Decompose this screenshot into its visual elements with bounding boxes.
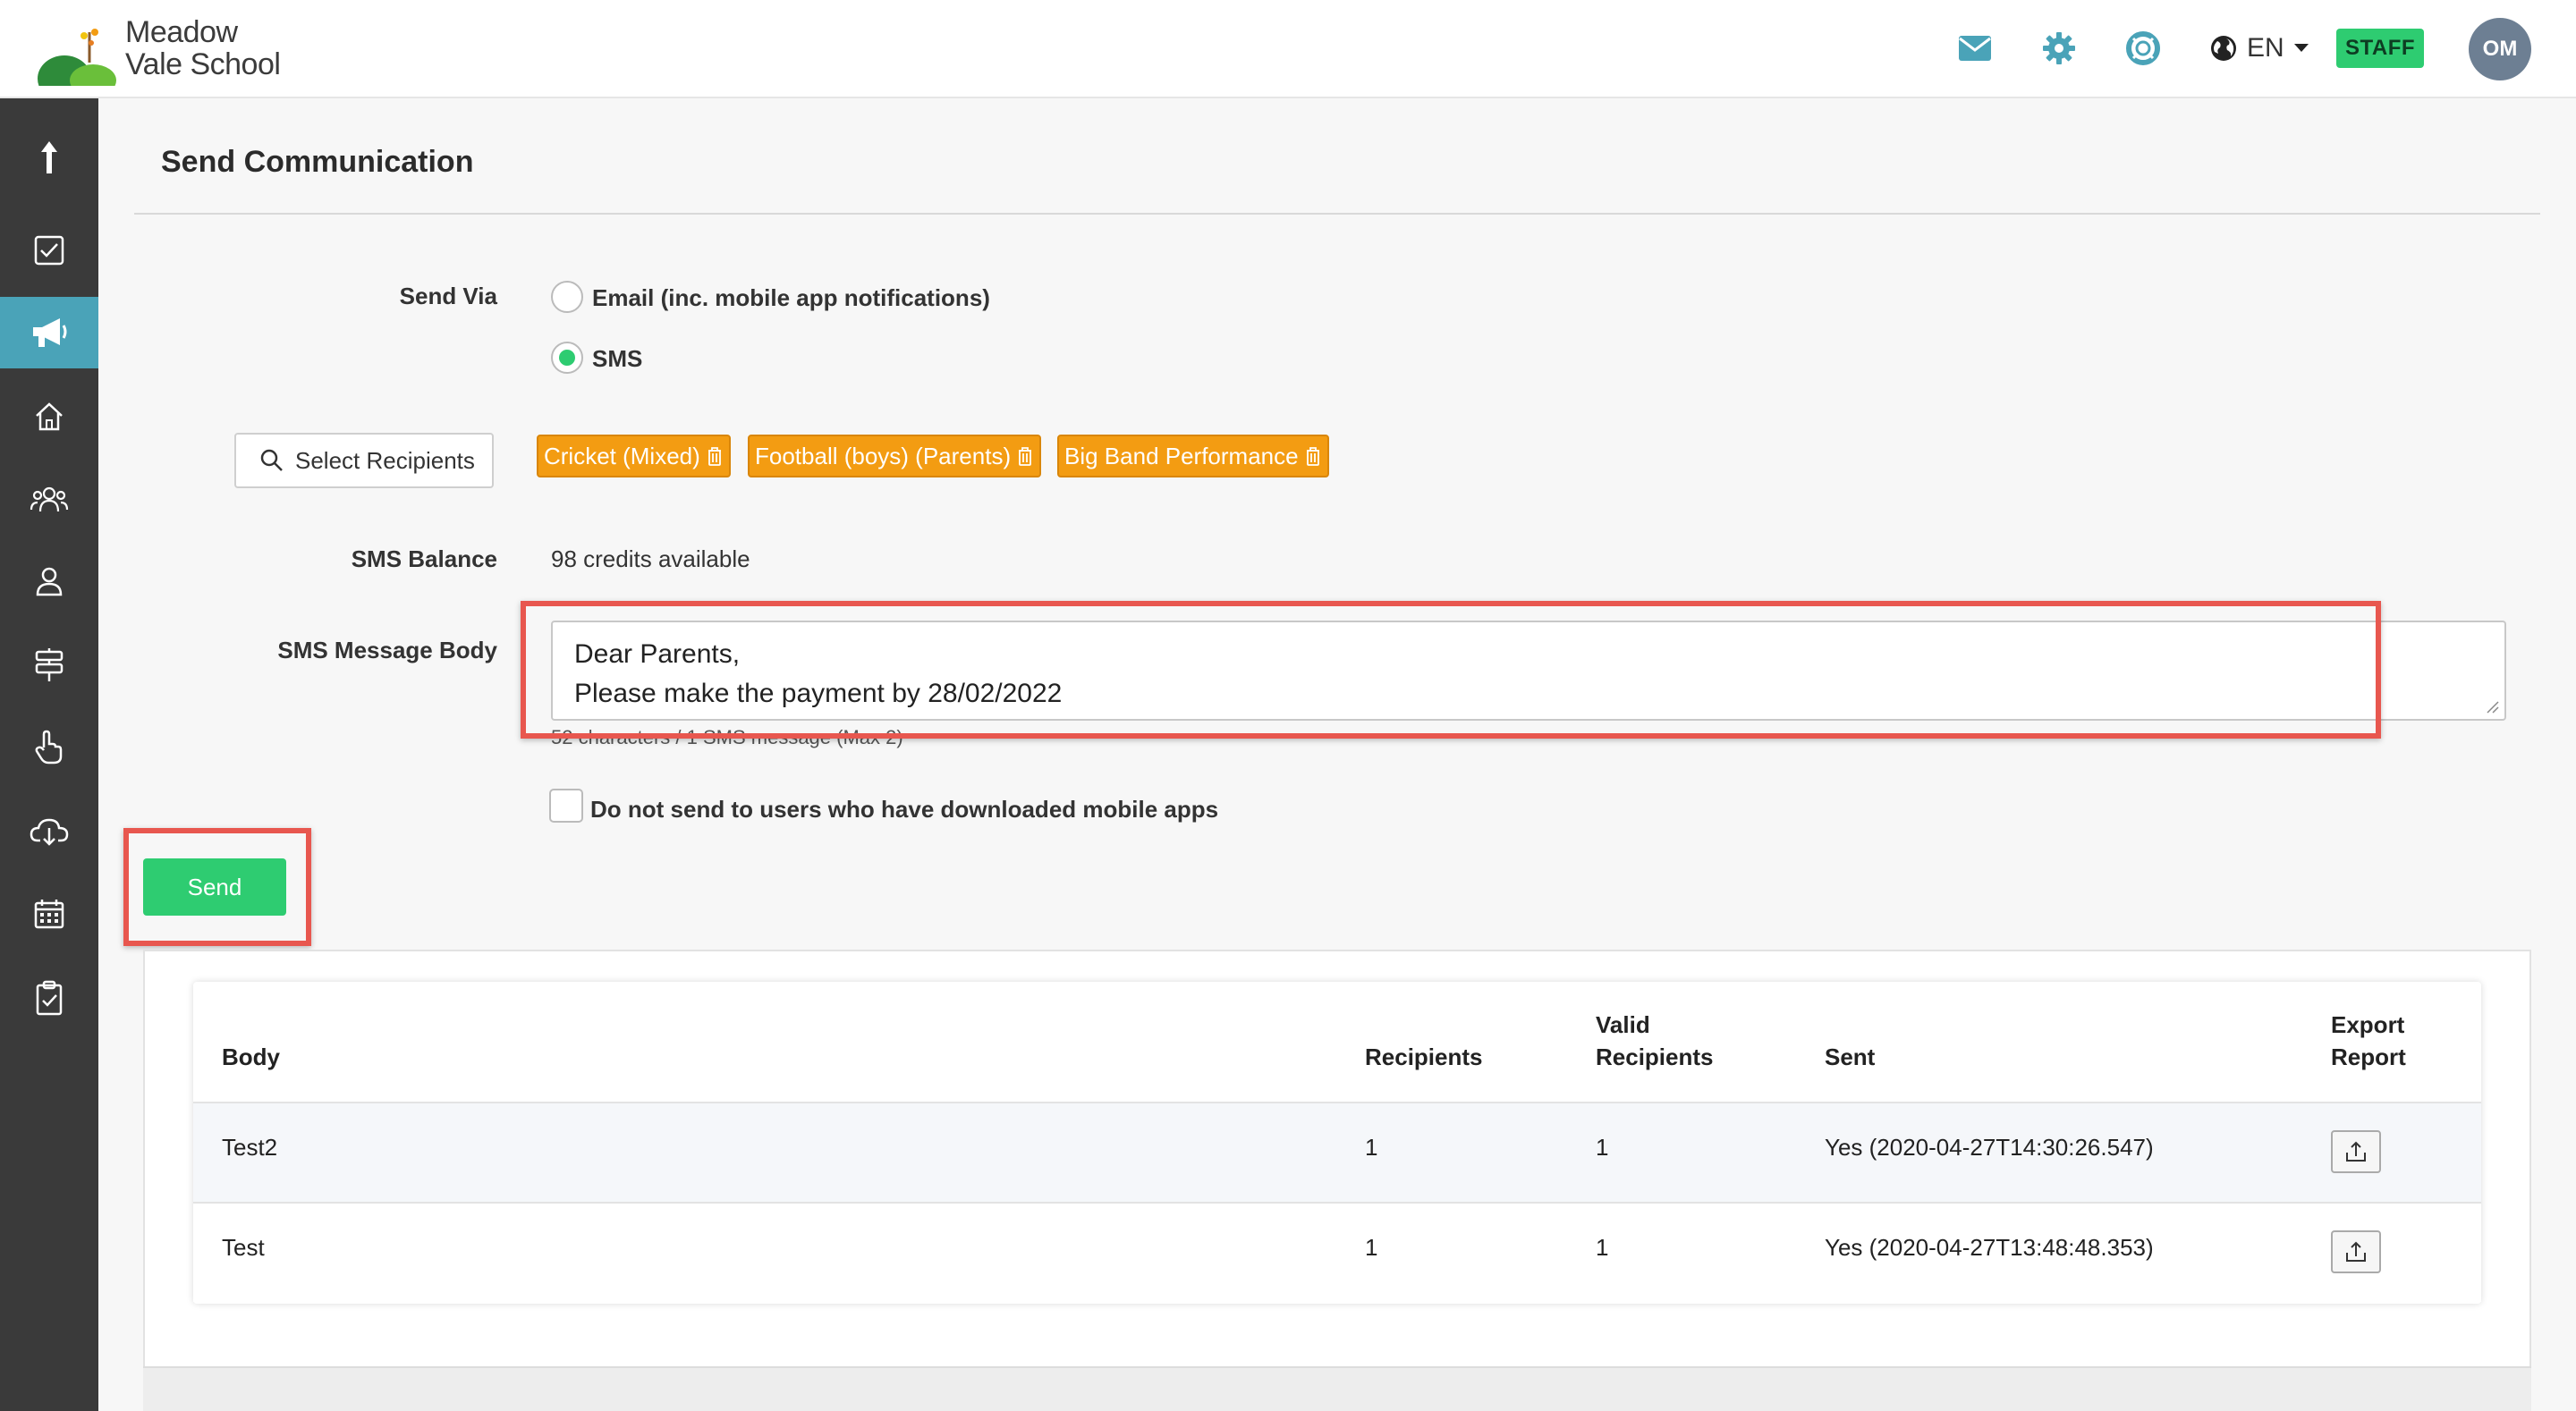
export-upload-icon	[2346, 1141, 2366, 1162]
trash-icon[interactable]	[706, 445, 724, 467]
globe-icon	[2211, 36, 2236, 61]
no-mobile-checkbox[interactable]	[549, 789, 583, 823]
logo-line-1: Meadow	[125, 15, 238, 49]
sidebar-item-groups[interactable]	[0, 463, 98, 535]
select-recipients-button[interactable]: Select Recipients	[234, 433, 494, 488]
cell-sent: Yes (2020-04-27T14:30:26.547)	[1825, 1134, 2154, 1161]
column-header-valid-line-1: Valid	[1596, 1011, 1650, 1038]
table-row: Test2 1 1 Yes (2020-04-27T14:30:26.547)	[193, 1103, 2481, 1202]
cell-sent: Yes (2020-04-27T13:48:48.353)	[1825, 1234, 2154, 1261]
megaphone-icon	[33, 318, 67, 347]
users-group-icon	[30, 486, 69, 512]
resize-grip-icon[interactable]	[2485, 699, 2499, 714]
page-title: Send Communication	[161, 145, 474, 179]
sidebar	[0, 98, 98, 1411]
title-divider	[134, 213, 2540, 215]
recipient-chip-label: Big Band Performance	[1064, 442, 1299, 469]
upload-arrow-icon	[41, 141, 57, 173]
sms-balance-label: SMS Balance	[351, 545, 497, 572]
trash-icon[interactable]	[1016, 445, 1034, 467]
export-report-button[interactable]	[2331, 1130, 2381, 1173]
gear-icon[interactable]	[2039, 29, 2079, 68]
sidebar-item-home[interactable]	[0, 381, 98, 452]
search-icon	[260, 449, 283, 471]
sms-balance-value: 98 credits available	[551, 545, 750, 572]
language-selector[interactable]: EN	[2209, 27, 2309, 70]
recipient-chip-label: Football (boys) (Parents)	[755, 442, 1012, 469]
annotation-highlight-message	[521, 601, 2381, 739]
logo-hills-icon	[38, 29, 116, 86]
radio-sms[interactable]	[551, 342, 583, 374]
trash-icon[interactable]	[1304, 445, 1322, 467]
history-panel-footer	[143, 1366, 2531, 1411]
sidebar-item-consent[interactable]	[0, 712, 98, 783]
column-header-export-line-2: Report	[2331, 1043, 2406, 1070]
cell-recipients: 1	[1365, 1134, 1378, 1161]
recipient-chip: Cricket (Mixed)	[537, 435, 731, 477]
mail-icon[interactable]	[1955, 29, 1995, 68]
sidebar-item-profile[interactable]	[0, 545, 98, 617]
signpost-icon	[35, 648, 64, 681]
column-header-sent: Sent	[1825, 1043, 1876, 1070]
cell-valid-recipients: 1	[1596, 1234, 1609, 1261]
sms-body-label: SMS Message Body	[277, 637, 497, 663]
radio-email[interactable]	[551, 281, 583, 313]
sidebar-item-downloads[interactable]	[0, 796, 98, 867]
column-header-export-line-1: Export	[2331, 1011, 2405, 1038]
send-via-label: Send Via	[399, 283, 497, 309]
recipient-chip: Big Band Performance	[1057, 435, 1329, 477]
recipient-chip: Football (boys) (Parents)	[748, 435, 1042, 477]
sidebar-item-assignments[interactable]	[0, 962, 98, 1034]
history-table: Body Recipients Valid Recipients Sent Ex…	[193, 982, 2481, 1304]
cell-recipients: 1	[1365, 1234, 1378, 1261]
radio-email-label[interactable]: Email (inc. mobile app notifications)	[592, 284, 990, 312]
cell-body: Test	[222, 1234, 265, 1261]
sidebar-item-upload[interactable]	[0, 122, 98, 193]
user-icon	[36, 567, 63, 596]
column-header-body: Body	[222, 1043, 280, 1070]
column-header-valid-line-2: Recipients	[1596, 1043, 1714, 1070]
table-row: Test 1 1 Yes (2020-04-27T13:48:48.353)	[193, 1204, 2481, 1302]
school-logo[interactable]: Meadow Vale School	[38, 16, 306, 88]
caret-down-icon	[2293, 44, 2309, 52]
recipient-chip-label: Cricket (Mixed)	[544, 442, 700, 469]
staff-badge: STAFF	[2336, 29, 2424, 68]
cloud-download-icon	[30, 818, 69, 846]
sidebar-item-calendar[interactable]	[0, 878, 98, 950]
column-header-valid-recipients: Valid Recipients	[1596, 1009, 1714, 1073]
avatar[interactable]: OM	[2469, 18, 2531, 80]
clipboard-check-icon	[36, 980, 63, 1016]
export-report-button[interactable]	[2331, 1230, 2381, 1273]
language-code: EN	[2247, 33, 2284, 63]
calendar-icon	[34, 900, 64, 929]
radio-sms-label[interactable]: SMS	[592, 345, 642, 373]
sidebar-item-directions[interactable]	[0, 629, 98, 701]
help-lifebuoy-icon[interactable]	[2123, 29, 2163, 68]
checkbox-icon	[34, 235, 64, 266]
sidebar-item-tasks[interactable]	[0, 215, 98, 286]
cell-body: Test2	[222, 1134, 278, 1161]
logo-text: Meadow Vale School	[125, 15, 281, 81]
hand-pointer-icon	[35, 730, 63, 765]
export-upload-icon	[2346, 1241, 2366, 1262]
sidebar-item-communications[interactable]	[0, 297, 98, 368]
no-mobile-label[interactable]: Do not send to users who have downloaded…	[590, 796, 1218, 824]
annotation-highlight-send	[123, 828, 311, 946]
select-recipients-label: Select Recipients	[295, 446, 475, 474]
column-header-export-report: Export Report	[2331, 1009, 2406, 1073]
cell-valid-recipients: 1	[1596, 1134, 1609, 1161]
home-icon	[36, 402, 63, 431]
logo-line-2: Vale School	[125, 47, 281, 81]
column-header-recipients: Recipients	[1365, 1043, 1483, 1070]
top-header: Meadow Vale School EN STAFF OM	[0, 0, 2576, 98]
